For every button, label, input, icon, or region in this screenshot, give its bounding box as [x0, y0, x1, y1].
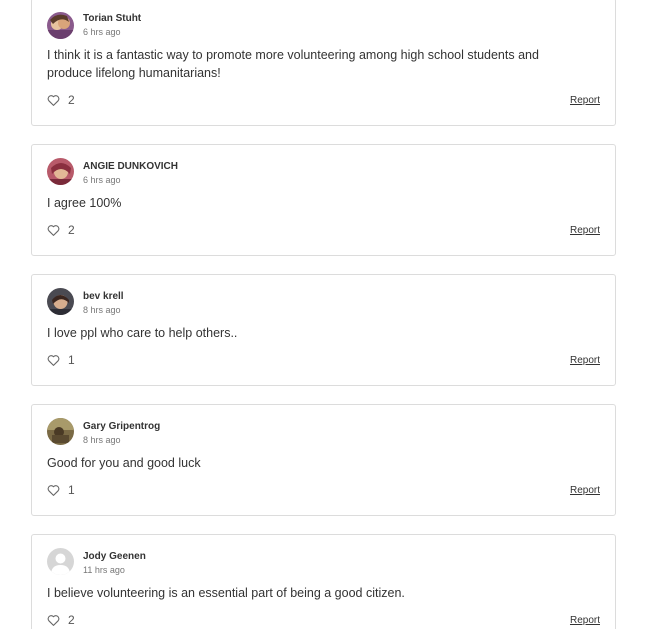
- comment-timestamp: 11 hrs ago: [83, 565, 125, 575]
- user-avatar[interactable]: [47, 158, 74, 185]
- comment-card: Jody Geenen 11 hrs ago I believe volunte…: [31, 534, 616, 629]
- report-link[interactable]: Report: [570, 225, 600, 236]
- comment-timestamp: 6 hrs ago: [83, 175, 121, 185]
- user-avatar[interactable]: [47, 12, 74, 39]
- comment-timestamp: 6 hrs ago: [83, 27, 121, 37]
- comment-author[interactable]: Jody Geenen: [83, 551, 146, 562]
- like-button[interactable]: 2: [47, 223, 75, 237]
- comment-author[interactable]: ANGIE DUNKOVICH: [83, 161, 178, 172]
- comment-author[interactable]: Torian Stuht: [83, 13, 141, 24]
- comment-feed: Torian Stuht 6 hrs ago I think it is a f…: [0, 0, 659, 629]
- comment-text: I agree 100%: [47, 196, 122, 210]
- comment-text: I love ppl who care to help others..: [47, 326, 238, 340]
- comment-text: Good for you and good luck: [47, 456, 201, 470]
- like-count: 2: [68, 223, 75, 237]
- like-count: 1: [68, 483, 75, 497]
- heart-icon: [47, 225, 60, 236]
- heart-icon: [47, 355, 60, 366]
- like-count: 1: [68, 353, 75, 367]
- like-count: 2: [68, 613, 75, 627]
- comment-timestamp: 8 hrs ago: [83, 435, 121, 445]
- like-button[interactable]: 1: [47, 353, 75, 367]
- user-avatar[interactable]: [47, 418, 74, 445]
- like-button[interactable]: 2: [47, 613, 75, 627]
- heart-icon: [47, 615, 60, 626]
- like-count: 2: [68, 93, 75, 107]
- comment-card: ANGIE DUNKOVICH 6 hrs ago I agree 100% 2…: [31, 144, 616, 256]
- report-link[interactable]: Report: [570, 355, 600, 366]
- comment-text: I think it is a fantastic way to promote…: [47, 48, 539, 80]
- comment-author[interactable]: bev krell: [83, 291, 124, 302]
- comment-card: bev krell 8 hrs ago I love ppl who care …: [31, 274, 616, 386]
- report-link[interactable]: Report: [570, 615, 600, 626]
- heart-icon: [47, 95, 60, 106]
- comment-timestamp: 8 hrs ago: [83, 305, 121, 315]
- report-link[interactable]: Report: [570, 95, 600, 106]
- like-button[interactable]: 1: [47, 483, 75, 497]
- user-avatar[interactable]: [47, 288, 74, 315]
- comment-text: I believe volunteering is an essential p…: [47, 586, 405, 600]
- like-button[interactable]: 2: [47, 93, 75, 107]
- comment-card: Gary Gripentrog 8 hrs ago Good for you a…: [31, 404, 616, 516]
- report-link[interactable]: Report: [570, 485, 600, 496]
- comment-author[interactable]: Gary Gripentrog: [83, 421, 160, 432]
- heart-icon: [47, 485, 60, 496]
- comment-card: Torian Stuht 6 hrs ago I think it is a f…: [31, 0, 616, 126]
- default-user-avatar[interactable]: [47, 548, 74, 575]
